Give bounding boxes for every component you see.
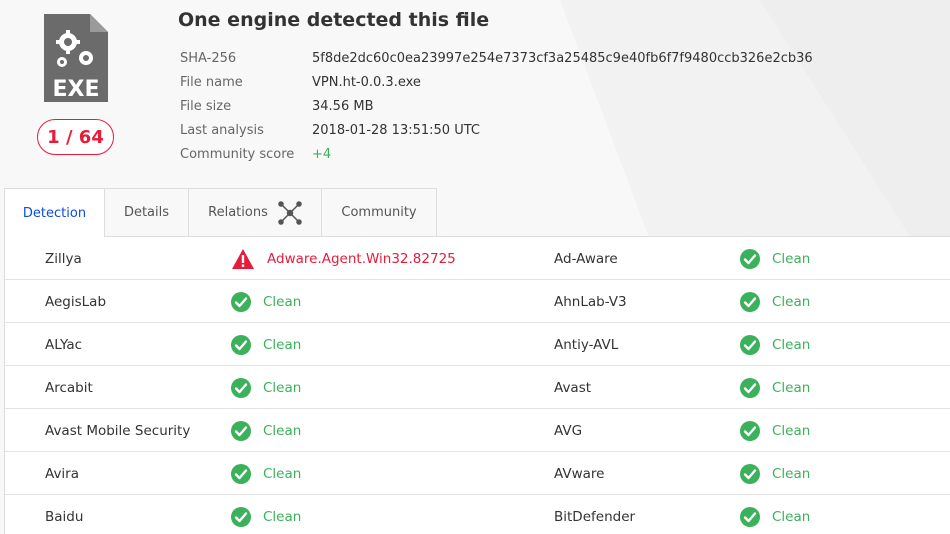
- table-row: AegisLab Clean AhnLab-V3 Clean: [5, 280, 950, 323]
- exe-icon-label: EXE: [52, 77, 99, 102]
- meta-row-filesize: File size 34.56 MB: [180, 94, 813, 118]
- detection-result: Clean: [740, 280, 810, 323]
- detection-result: Clean: [740, 237, 810, 280]
- check-circle-icon: [740, 463, 760, 484]
- engine-name: Avast Mobile Security: [45, 422, 191, 439]
- check-circle-icon: [740, 291, 760, 312]
- result-label: Clean: [772, 250, 811, 267]
- tab-label: Details: [123, 205, 170, 220]
- check-circle-icon: [740, 377, 760, 398]
- table-row: Avira Clean AVware Clean: [5, 452, 950, 495]
- tab-label: Community: [341, 205, 417, 220]
- result-label: Clean: [263, 465, 302, 482]
- detection-table: Zillya Adware.Agent.Win32.82725 Ad-Aware…: [4, 236, 950, 534]
- check-circle-icon: [740, 248, 760, 269]
- tab-relations[interactable]: Relations: [188, 188, 322, 236]
- result-label: Clean: [772, 422, 811, 439]
- engine-name: Avast: [554, 379, 592, 396]
- filename-value: VPN.ht-0.0.3.exe: [312, 74, 421, 90]
- detection-result: Clean: [231, 409, 301, 452]
- check-circle-icon: [740, 506, 760, 527]
- table-row: Zillya Adware.Agent.Win32.82725 Ad-Aware…: [5, 237, 950, 280]
- check-circle-icon: [231, 334, 251, 355]
- check-circle-icon: [231, 291, 251, 312]
- meta-row-last-analysis: Last analysis 2018-01-28 13:51:50 UTC: [180, 118, 813, 142]
- detection-result: Adware.Agent.Win32.82725: [231, 237, 456, 280]
- detection-result: Clean: [740, 366, 810, 409]
- meta-label: File name: [180, 74, 243, 90]
- engine-name: Arcabit: [45, 379, 93, 396]
- detection-result: Clean: [740, 452, 810, 495]
- check-circle-icon: [231, 506, 251, 527]
- table-row: Arcabit Clean Avast Clean: [5, 366, 950, 409]
- tab-bar: Detection Details Relations Community: [4, 188, 437, 237]
- engine-name: Avira: [45, 465, 80, 482]
- filesize-value: 34.56 MB: [312, 98, 374, 114]
- page-title: One engine detected this file: [178, 9, 490, 31]
- meta-label: Last analysis: [180, 122, 264, 138]
- tab-label: Detection: [22, 205, 87, 221]
- check-circle-icon: [231, 420, 251, 441]
- detection-result: Clean: [231, 323, 301, 366]
- result-label: Clean: [263, 422, 302, 439]
- detection-result: Clean: [231, 366, 301, 409]
- engine-name: AhnLab-V3: [554, 293, 627, 310]
- meta-label: SHA-256: [180, 50, 237, 66]
- tab-details[interactable]: Details: [104, 188, 189, 236]
- detection-score-badge: 1 / 64: [37, 119, 114, 155]
- check-circle-icon: [231, 377, 251, 398]
- tab-detection[interactable]: Detection: [4, 188, 105, 237]
- detection-result: Clean: [231, 495, 301, 534]
- last-analysis-value: 2018-01-28 13:51:50 UTC: [312, 122, 480, 138]
- tab-community[interactable]: Community: [321, 188, 437, 236]
- check-circle-icon: [740, 334, 760, 355]
- meta-row-community-score: Community score +4: [180, 142, 813, 166]
- result-label: Clean: [772, 293, 811, 310]
- result-label: Clean: [263, 508, 302, 525]
- engine-name: AVware: [554, 465, 605, 482]
- check-circle-icon: [740, 420, 760, 441]
- warning-triangle-icon: [231, 248, 255, 270]
- detection-result: Clean: [231, 452, 301, 495]
- meta-row-filename: File name VPN.ht-0.0.3.exe: [180, 70, 813, 94]
- engine-name: Ad-Aware: [554, 250, 618, 267]
- tab-label: Relations: [208, 205, 268, 220]
- engine-name: Zillya: [45, 250, 82, 267]
- engine-name: ALYac: [45, 336, 83, 353]
- exe-file-icon: EXE: [44, 14, 108, 102]
- meta-label: File size: [180, 98, 232, 114]
- sha256-value[interactable]: 5f8de2dc60c0ea23997e254e7373cf3a25485c9e…: [312, 51, 813, 66]
- result-label: Clean: [772, 379, 811, 396]
- table-row: ALYac Clean Antiy-AVL Clean: [5, 323, 950, 366]
- result-label: Clean: [263, 336, 302, 353]
- result-label: Clean: [772, 336, 811, 353]
- result-label: Clean: [772, 465, 811, 482]
- engine-name: Antiy-AVL: [554, 336, 619, 353]
- engine-name: AegisLab: [45, 293, 107, 310]
- file-metadata: SHA-256 5f8de2dc60c0ea23997e254e7373cf3a…: [180, 46, 813, 166]
- detection-result: Clean: [740, 495, 810, 534]
- result-label[interactable]: Adware.Agent.Win32.82725: [267, 251, 456, 267]
- check-circle-icon: [231, 463, 251, 484]
- table-row: Baidu Clean BitDefender Clean: [5, 495, 950, 534]
- result-label: Clean: [263, 293, 302, 310]
- result-label: Clean: [263, 379, 302, 396]
- file-summary-header: EXE 1 / 64 One engine detected this file…: [0, 0, 950, 188]
- result-label: Clean: [772, 508, 811, 525]
- table-row: Avast Mobile Security Clean AVG Clean: [5, 409, 950, 452]
- community-score-value: +4: [312, 146, 332, 162]
- engine-name: BitDefender: [554, 508, 636, 525]
- engine-name: AVG: [554, 422, 583, 439]
- meta-row-sha256: SHA-256 5f8de2dc60c0ea23997e254e7373cf3a…: [180, 46, 813, 70]
- relations-graph-icon: [278, 200, 302, 225]
- detection-result: Clean: [231, 280, 301, 323]
- engine-name: Baidu: [45, 508, 84, 525]
- meta-label: Community score: [180, 146, 295, 162]
- detection-result: Clean: [740, 323, 810, 366]
- detection-result: Clean: [740, 409, 810, 452]
